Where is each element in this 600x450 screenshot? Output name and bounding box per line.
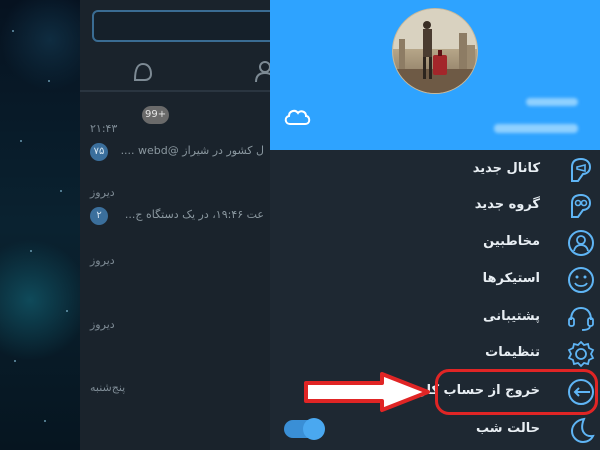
unread-count: ۲	[90, 207, 108, 225]
menu-item-contacts[interactable]: مخاطبین	[270, 225, 600, 261]
drawer-header	[270, 0, 600, 150]
settings-icon	[567, 340, 595, 368]
menu-label: پشتیبانی	[483, 309, 540, 324]
chat-time: دیروز	[90, 186, 115, 199]
chat-tabs: 99+	[80, 52, 275, 124]
menu-item-new-group[interactable]: گروه جدید	[270, 188, 600, 224]
chat-row[interactable]: دیروز	[80, 316, 270, 356]
chat-time: پنج‌شنبه	[90, 381, 126, 394]
group-icon	[571, 193, 592, 218]
night-mode-icon	[570, 417, 595, 444]
menu-label: گروه جدید	[474, 197, 540, 212]
channel-icon	[571, 157, 592, 182]
chats-tab-icon[interactable]	[130, 58, 156, 84]
chat-time: دیروز	[90, 318, 115, 331]
search-input[interactable]	[92, 10, 292, 42]
chat-row[interactable]: دیروز عت ۱۹:۴۶، در یک دستگاه ج... ۲	[80, 182, 270, 232]
sticker-icon	[568, 267, 594, 293]
menu-label: کانال جدید	[472, 161, 540, 176]
menu-label: استیکرها	[482, 271, 540, 286]
profile-name-blurred	[526, 98, 578, 106]
annotation-highlight	[435, 369, 598, 415]
menu-label: مخاطبین	[483, 234, 540, 249]
wallpaper-strip	[0, 0, 80, 450]
avatar[interactable]	[392, 8, 478, 94]
chat-row[interactable]: ۲۱:۴۳ ل کشور در شیراز @webd .... ۷۵	[80, 118, 270, 168]
chat-row[interactable]: پنج‌شنبه	[80, 379, 270, 419]
chat-row[interactable]: دیروز	[80, 252, 270, 292]
night-mode-toggle[interactable]	[284, 418, 325, 440]
unread-count: ۷۵	[90, 143, 108, 161]
annotation-arrow-icon	[304, 372, 430, 412]
chat-time: دیروز	[90, 254, 115, 267]
profile-phone-blurred	[494, 124, 578, 133]
menu-label: تنظیمات	[485, 345, 540, 360]
chat-list-panel: 99+ ۲۱:۴۳ ل کشور در شیراز @webd .... ۷۵ …	[80, 0, 292, 450]
cloud-icon[interactable]	[282, 104, 312, 130]
menu-item-settings[interactable]: تنظیمات	[270, 336, 600, 372]
menu-item-stickers[interactable]: استیکرها	[270, 262, 600, 298]
menu-label: حالت شب	[476, 421, 540, 436]
contacts-icon	[568, 230, 594, 256]
menu-item-support[interactable]: پشتیبانی	[270, 300, 600, 336]
menu-item-new-channel[interactable]: کانال جدید	[270, 152, 600, 188]
chat-preview: عت ۱۹:۴۶، در یک دستگاه ج...	[124, 208, 264, 221]
toggle-knob	[303, 418, 325, 440]
support-icon	[568, 306, 594, 331]
chat-preview: ل کشور در شیراز @webd ....	[120, 144, 264, 157]
chat-time: ۲۱:۴۳	[90, 122, 118, 135]
